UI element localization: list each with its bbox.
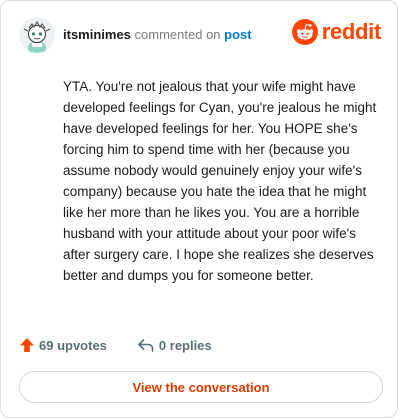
reply-arrow-icon	[138, 339, 154, 352]
user-avatar[interactable]	[19, 17, 55, 53]
upvotes-count: 69 upvotes	[39, 337, 107, 353]
post-link[interactable]: post	[224, 27, 251, 42]
comment-header: itsminimes commented on post	[63, 27, 252, 43]
reddit-brand[interactable]: reddit	[291, 19, 382, 45]
username[interactable]: itsminimes	[63, 27, 131, 42]
reply-button[interactable]: 0 replies	[137, 337, 212, 353]
comment-card: itsminimes commented on post reddit YTA.…	[0, 0, 398, 418]
view-conversation-button[interactable]: View the conversation	[19, 371, 383, 403]
snoo-avatar-icon	[19, 17, 55, 53]
comment-footer: 69 upvotes 0 replies	[19, 337, 212, 353]
replies-count: 0 replies	[158, 337, 212, 353]
brand-name: reddit	[321, 19, 382, 44]
comment-body: YTA. You're not jealous that your wife m…	[63, 79, 377, 283]
commented-text: commented on	[134, 27, 221, 42]
reddit-logo-icon	[291, 19, 318, 45]
upvote-button[interactable]: 69 upvotes	[19, 337, 107, 353]
upvote-arrow-icon	[20, 338, 34, 352]
